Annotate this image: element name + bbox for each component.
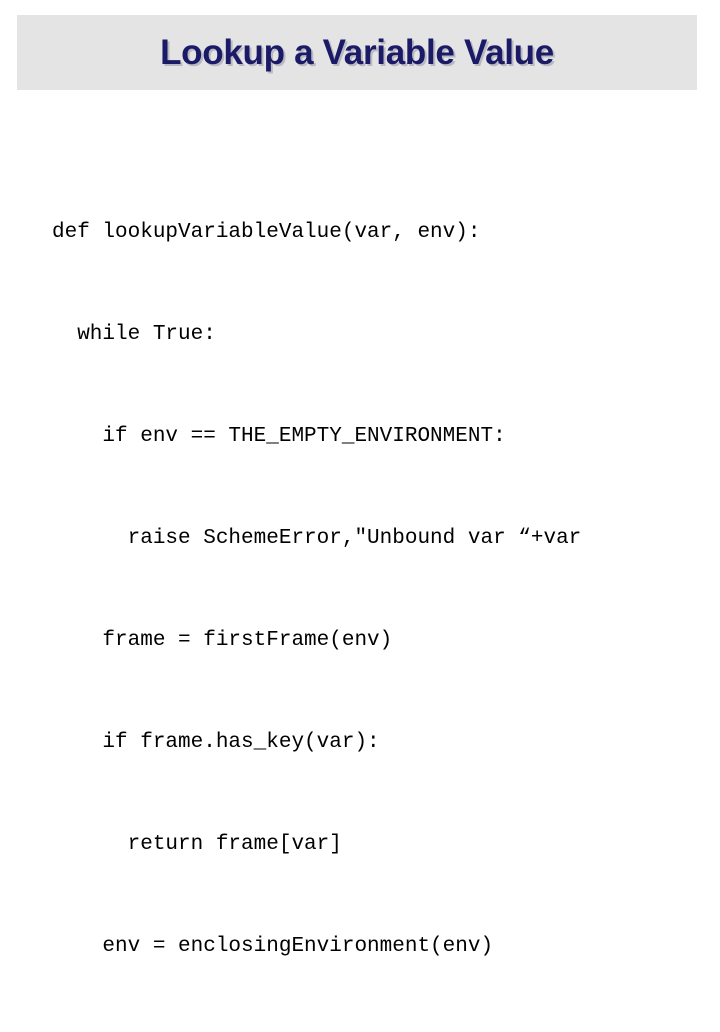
code-line: if env == THE_EMPTY_ENVIRONMENT: (52, 425, 506, 448)
code-block: def lookupVariableValue(var, env): while… (52, 148, 692, 1032)
code-line: if frame.has_key(var): (52, 731, 380, 754)
code-line: while True: (52, 323, 216, 346)
slide: Lookup a Variable Value def lookupVariab… (0, 0, 720, 958)
code-line: frame = firstFrame(env) (52, 629, 393, 652)
code-line: raise SchemeError,"Unbound var “+var (52, 527, 582, 550)
code-line: env = enclosingEnvironment(env) (52, 935, 494, 958)
code-line: return frame[var] (52, 833, 342, 856)
page-title: Lookup a Variable Value (160, 33, 554, 72)
code-line: def lookupVariableValue(var, env): (52, 221, 481, 244)
title-banner: Lookup a Variable Value (17, 15, 697, 90)
